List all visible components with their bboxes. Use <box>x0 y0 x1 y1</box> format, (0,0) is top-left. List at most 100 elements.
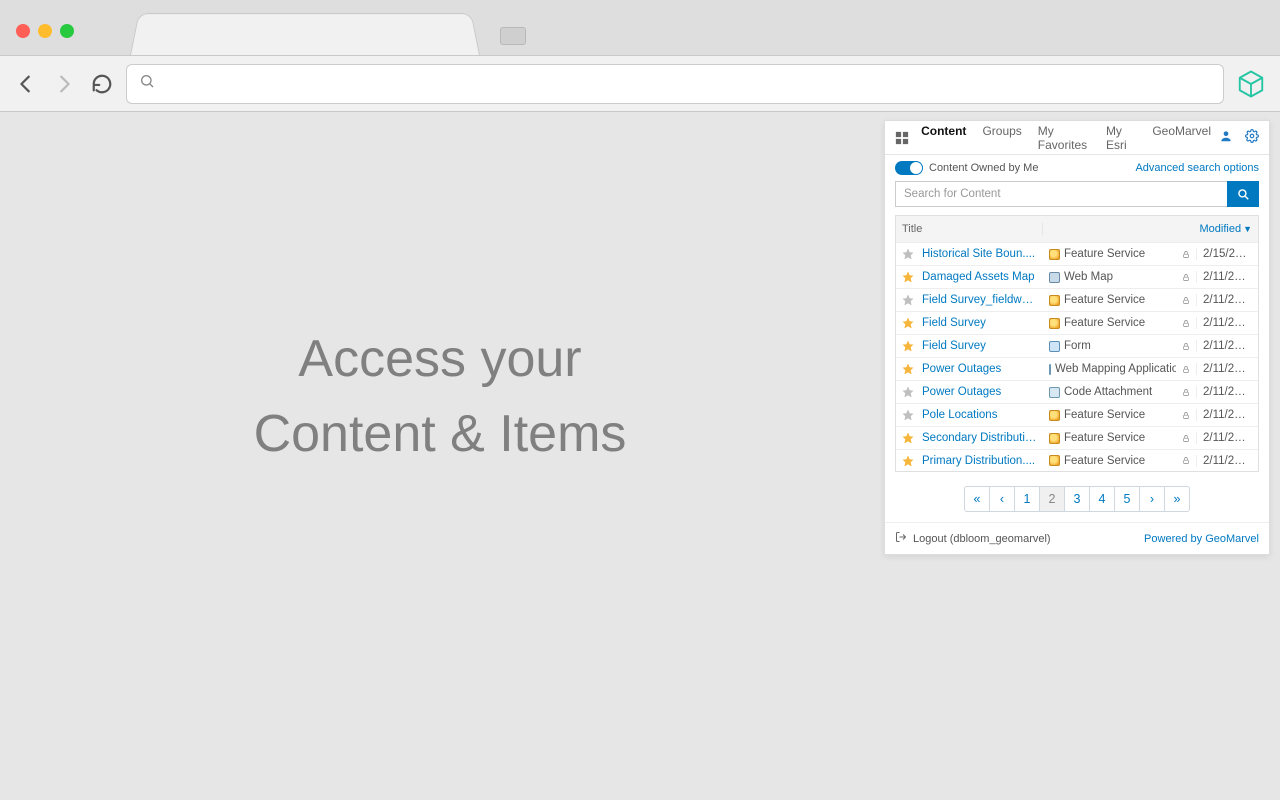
page-next[interactable]: › <box>1139 486 1165 512</box>
owned-toggle[interactable] <box>895 161 923 175</box>
gear-icon[interactable] <box>1245 129 1259 146</box>
table-row: Power OutagesCode Attachment2/11/2019 <box>896 380 1258 403</box>
item-date: 2/11/2019 <box>1196 455 1258 467</box>
item-title-link[interactable]: Pole Locations <box>916 409 1043 421</box>
item-title-link[interactable]: Field Survey_fieldwo... <box>916 294 1043 306</box>
apps-icon[interactable] <box>891 131 913 145</box>
headline: Access your Content & Items <box>0 112 880 800</box>
type-icon <box>1049 295 1060 306</box>
panel-nav: ContentGroupsMy FavoritesMy EsriGeoMarve… <box>885 121 1269 155</box>
item-title-link[interactable]: Field Survey <box>916 317 1043 329</box>
page-3[interactable]: 3 <box>1064 486 1090 512</box>
minimize-window[interactable] <box>38 24 52 38</box>
nav-tab-geomarvel[interactable]: GeoMarvel <box>1144 124 1219 152</box>
extension-icon[interactable] <box>1234 67 1268 101</box>
type-icon <box>1049 455 1060 466</box>
type-icon <box>1049 410 1060 421</box>
logout-icon <box>895 531 907 546</box>
favorite-star[interactable] <box>896 317 916 329</box>
pagination: «‹12345›» <box>885 472 1269 522</box>
reload-button[interactable] <box>88 70 116 98</box>
lock-icon <box>1176 410 1196 421</box>
item-title-link[interactable]: Primary Distribution.... <box>916 455 1043 467</box>
page-prev[interactable]: ‹ <box>989 486 1015 512</box>
browser-tab[interactable] <box>130 13 480 55</box>
nav-tab-groups[interactable]: Groups <box>974 124 1029 152</box>
favorite-star[interactable] <box>896 455 916 467</box>
page-2[interactable]: 2 <box>1039 486 1065 512</box>
page-first[interactable]: « <box>964 486 990 512</box>
item-type: Web Mapping Application <box>1043 363 1176 375</box>
close-window[interactable] <box>16 24 30 38</box>
window-controls <box>16 24 74 38</box>
item-title-link[interactable]: Damaged Assets Map <box>916 271 1043 283</box>
lock-icon <box>1176 249 1196 260</box>
search-icon <box>139 73 155 94</box>
type-icon <box>1049 364 1051 375</box>
item-title-link[interactable]: Secondary Distributi.... <box>916 432 1043 444</box>
lock-icon <box>1176 455 1196 466</box>
panel-sub: Content Owned by Me Advanced search opti… <box>885 155 1269 181</box>
table-header: Title Modified▼ <box>896 216 1258 242</box>
type-icon <box>1049 341 1060 352</box>
item-type: Feature Service <box>1043 317 1176 329</box>
table-row: Pole LocationsFeature Service2/11/2019 <box>896 403 1258 426</box>
content-panel: ContentGroupsMy FavoritesMy EsriGeoMarve… <box>884 120 1270 555</box>
table-row: Field SurveyFeature Service2/11/2019 <box>896 311 1258 334</box>
viewport: Access your Content & Items ContentGroup… <box>0 112 1280 800</box>
favorite-star[interactable] <box>896 248 916 260</box>
nav-tab-my-esri[interactable]: My Esri <box>1098 124 1144 152</box>
nav-tab-my-favorites[interactable]: My Favorites <box>1030 124 1098 152</box>
back-button[interactable] <box>12 70 40 98</box>
address-bar[interactable] <box>126 64 1224 104</box>
search-row <box>885 181 1269 215</box>
favorite-star[interactable] <box>896 386 916 398</box>
item-title-link[interactable]: Power Outages <box>916 386 1043 398</box>
item-date: 2/11/2019 <box>1196 386 1258 398</box>
header-title[interactable]: Title <box>896 223 1043 235</box>
item-type: Feature Service <box>1043 409 1176 421</box>
favorite-star[interactable] <box>896 363 916 375</box>
favorite-star[interactable] <box>896 294 916 306</box>
lock-icon <box>1176 318 1196 329</box>
nav-tab-content[interactable]: Content <box>913 124 974 152</box>
lock-icon <box>1176 433 1196 444</box>
header-modified[interactable]: Modified▼ <box>1194 223 1259 235</box>
user-icon[interactable] <box>1219 129 1233 146</box>
favorite-star[interactable] <box>896 271 916 283</box>
lock-icon <box>1176 387 1196 398</box>
item-date: 2/11/2019 <box>1196 294 1258 306</box>
new-tab-button[interactable] <box>500 27 526 45</box>
type-icon <box>1049 433 1060 444</box>
type-icon <box>1049 272 1060 283</box>
powered-by-link[interactable]: Powered by GeoMarvel <box>1144 533 1259 545</box>
maximize-window[interactable] <box>60 24 74 38</box>
favorite-star[interactable] <box>896 409 916 421</box>
item-title-link[interactable]: Power Outages <box>916 363 1043 375</box>
lock-icon <box>1176 364 1196 375</box>
page-1[interactable]: 1 <box>1014 486 1040 512</box>
forward-button[interactable] <box>50 70 78 98</box>
item-type: Form <box>1043 340 1176 352</box>
header-modified-label: Modified <box>1200 223 1242 235</box>
search-input[interactable] <box>895 181 1227 207</box>
page-last[interactable]: » <box>1164 486 1190 512</box>
item-type: Feature Service <box>1043 432 1176 444</box>
logout-link[interactable]: Logout (dbloom_geomarvel) <box>913 533 1051 545</box>
item-date: 2/15/2019 <box>1196 248 1258 260</box>
table-row: Field Survey_fieldwo...Feature Service2/… <box>896 288 1258 311</box>
page-4[interactable]: 4 <box>1089 486 1115 512</box>
item-title-link[interactable]: Field Survey <box>916 340 1043 352</box>
item-type: Feature Service <box>1043 248 1176 260</box>
page-5[interactable]: 5 <box>1114 486 1140 512</box>
headline-text: Access your Content & Items <box>254 322 627 473</box>
advanced-search-link[interactable]: Advanced search options <box>1135 162 1259 174</box>
sort-desc-icon: ▼ <box>1243 224 1252 234</box>
item-title-link[interactable]: Historical Site Boun.... <box>916 248 1043 260</box>
browser-chrome <box>0 0 1280 112</box>
item-date: 2/11/2019 <box>1196 340 1258 352</box>
search-button[interactable] <box>1227 181 1259 207</box>
favorite-star[interactable] <box>896 340 916 352</box>
favorite-star[interactable] <box>896 432 916 444</box>
item-date: 2/11/2019 <box>1196 271 1258 283</box>
